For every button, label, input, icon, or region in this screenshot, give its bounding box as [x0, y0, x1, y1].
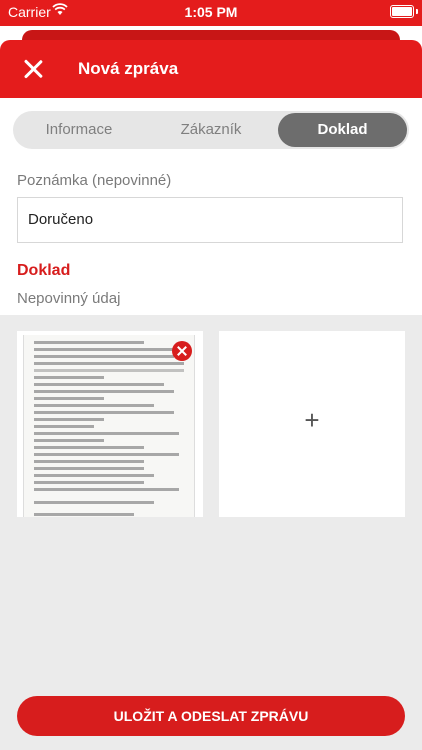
remove-image-button[interactable]	[172, 341, 192, 361]
plus-icon: +	[304, 405, 320, 435]
receipt-thumbnail[interactable]	[17, 331, 203, 517]
tab-zakaznik[interactable]: Zákazník	[145, 111, 277, 149]
note-label: Poznámka (nepovinné)	[17, 172, 172, 189]
battery-tip	[416, 9, 418, 14]
page-title: Nová zpráva	[78, 59, 179, 78]
save-and-send-button[interactable]: ULOŽIT A ODESLAT ZPRÁVU	[17, 696, 405, 736]
document-subtitle: Nepovinný údaj	[17, 290, 121, 307]
document-title: Doklad	[17, 262, 71, 279]
modal-sheet: Nová zpráva Informace Zákazník Doklad Po…	[0, 40, 422, 750]
document-gallery: +	[0, 315, 422, 750]
status-bar: Carrier 1:05 PM	[0, 0, 422, 26]
receipt-image	[23, 335, 195, 517]
clock: 1:05 PM	[184, 4, 238, 20]
tab-doklad[interactable]: Doklad	[278, 113, 407, 147]
close-button[interactable]	[22, 58, 44, 80]
add-image-button[interactable]: +	[219, 331, 405, 517]
battery-icon	[390, 5, 414, 18]
tab-bar: Informace Zákazník Doklad	[13, 111, 409, 149]
note-input[interactable]: Doručeno	[17, 197, 403, 243]
tab-informace[interactable]: Informace	[13, 111, 145, 149]
modal-header: Nová zpráva	[0, 40, 422, 98]
